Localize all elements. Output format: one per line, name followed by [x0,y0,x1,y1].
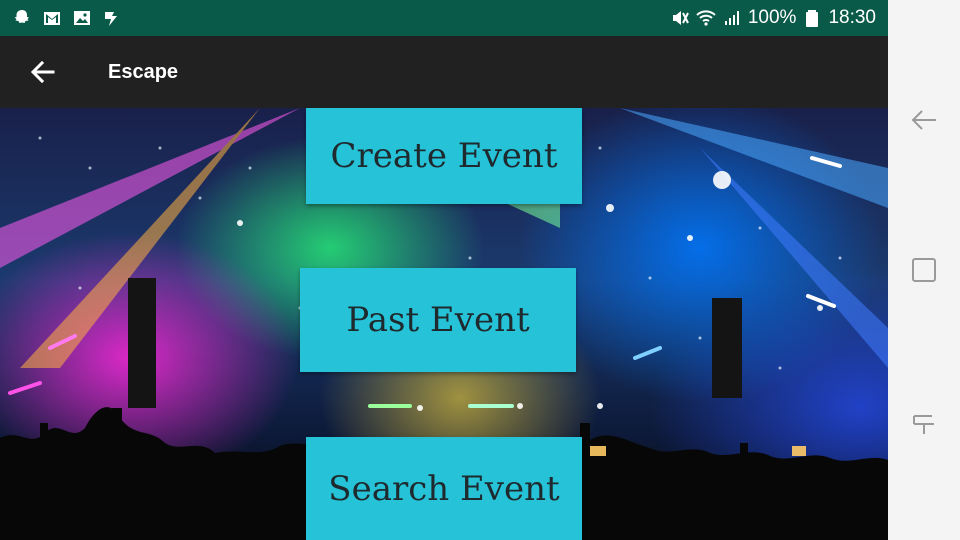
nav-home-button[interactable] [904,250,944,290]
app-bar: Escape [0,36,888,108]
status-system: 100% 18:30 [670,7,876,29]
battery-percent: 100% [747,7,797,28]
clock: 18:30 [828,7,876,28]
nav-back-button[interactable] [904,100,944,140]
wifi-icon [696,8,716,28]
gallery-icon [72,8,92,28]
arrow-back-icon [30,60,55,84]
create-event-button[interactable]: Create Event [306,108,582,204]
past-event-button[interactable]: Past Event [300,268,576,372]
nav-recent-button[interactable] [904,402,944,442]
system-navigation-bar [888,0,960,540]
snapchat-icon [12,8,32,28]
nav-back-icon [911,110,936,130]
battery-icon [802,8,822,28]
mute-icon [670,8,690,28]
back-button[interactable] [14,44,70,100]
status-bar: 100% 18:30 [0,0,888,36]
tasks-icon [102,8,122,28]
status-notifications [12,8,122,28]
page-title: Escape [108,60,179,83]
nav-home-icon [912,258,936,282]
nav-recent-icon [913,415,934,434]
search-event-button[interactable]: Search Event [306,437,582,540]
signal-icon [722,8,742,28]
gmail-icon [42,8,62,28]
